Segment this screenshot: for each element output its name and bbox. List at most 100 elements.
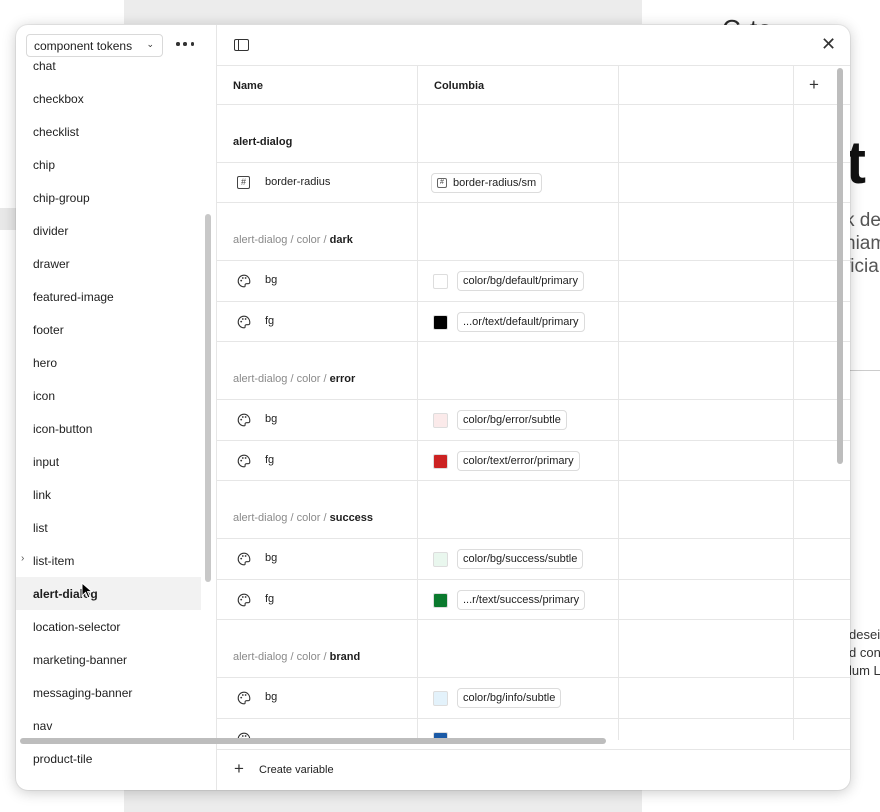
plus-icon[interactable]: + [234, 759, 244, 779]
sidebar-group-label: featured-image [33, 289, 114, 304]
sidebar-group-item[interactable]: chip-group [16, 181, 201, 214]
sidebar-scrollbar[interactable] [205, 214, 211, 582]
variable-name[interactable]: bg [265, 413, 277, 425]
sidebar-group-label: list [33, 520, 48, 535]
sidebar-group-label: list-item [33, 553, 75, 568]
variable-name[interactable]: bg [265, 552, 277, 564]
sidebar-group-item[interactable]: footer [16, 313, 201, 346]
alias-value-pill[interactable]: # border-radius/sm [431, 173, 543, 193]
close-icon[interactable]: ✕ [821, 35, 836, 53]
column-divider [793, 65, 794, 105]
variable-name[interactable]: fg [265, 315, 274, 327]
variable-row[interactable]: bg color/bg/info/subtle [217, 677, 850, 718]
sidebar-group-item[interactable]: chat [16, 57, 201, 82]
variable-row[interactable]: fg ...or/text/default/primary [217, 301, 850, 342]
collection-dropdown[interactable]: component tokens ⌄ [26, 34, 163, 57]
background-small-line: desei [849, 627, 880, 642]
sidebar-group-label: messaging-banner [33, 685, 133, 700]
color-swatch[interactable] [433, 315, 448, 330]
sidebar-group-item[interactable]: alert-dialog [16, 577, 201, 610]
alias-value-pill[interactable]: ...or/text/default/primary [457, 312, 585, 332]
add-mode-icon[interactable]: + [809, 75, 819, 95]
group-path: alert-dialog / color / [233, 234, 330, 246]
horizontal-scrollbar[interactable] [20, 738, 606, 744]
variable-row[interactable]: # border-radius # border-radius/sm [217, 162, 850, 203]
sidebar-group-item[interactable]: input [16, 445, 201, 478]
vertical-scrollbar[interactable] [837, 68, 843, 464]
column-header-name[interactable]: Name [233, 66, 263, 106]
alias-value-pill[interactable]: ...r/text/success/primary [457, 590, 586, 610]
color-swatch[interactable] [433, 454, 448, 469]
sidebar-group-item[interactable]: icon-button [16, 412, 201, 445]
variable-row[interactable] [217, 718, 850, 740]
chevron-right-icon[interactable]: › [21, 553, 24, 564]
sidebar-group-item[interactable]: marketing-banner [16, 643, 201, 676]
group-header-row: alert-dialog / color / dark [217, 203, 850, 260]
sidebar-group-label: nav [33, 718, 53, 733]
variable-name[interactable]: border-radius [265, 176, 330, 188]
sidebar-group-item[interactable]: hero [16, 346, 201, 379]
variable-row[interactable]: fg color/text/error/primary [217, 440, 850, 481]
sidebar-group-item[interactable]: list [16, 511, 201, 544]
alias-value-pill[interactable]: color/bg/info/subtle [457, 688, 562, 708]
background-block [124, 790, 642, 812]
sidebar-group-item[interactable]: › list-item [16, 544, 201, 577]
group-name: alert-dialog [233, 136, 293, 148]
color-swatch[interactable] [433, 413, 448, 428]
variable-name[interactable]: bg [265, 274, 277, 286]
column-divider [618, 65, 619, 105]
sidebar-group-item[interactable]: icon [16, 379, 201, 412]
sidebar-group-label: input [33, 454, 60, 469]
variables-panel: component tokens ⌄ chat checkbox checklist… [16, 25, 850, 790]
create-variable-button[interactable]: Create variable [259, 764, 334, 776]
variable-name[interactable]: bg [265, 691, 277, 703]
sidebar-group-item[interactable]: checkbox [16, 82, 201, 115]
color-swatch[interactable] [433, 691, 448, 706]
color-swatch[interactable] [433, 552, 448, 567]
sidebar-group-label: icon-button [33, 421, 93, 436]
variable-row[interactable]: fg ...r/text/success/primary [217, 579, 850, 620]
variable-row[interactable]: bg color/bg/success/subtle [217, 538, 850, 579]
alias-value-text: color/bg/success/subtle [463, 553, 578, 565]
sidebar-group-item[interactable]: drawer [16, 247, 201, 280]
sidebar-group-item[interactable]: featured-image [16, 280, 201, 313]
sidebar-group-item[interactable]: messaging-banner [16, 676, 201, 709]
alias-value-text: color/bg/default/primary [463, 275, 578, 287]
group-name: dark [329, 234, 353, 246]
sidebar-group-label: hero [33, 355, 58, 370]
sidebar-group-item[interactable]: location-selector [16, 610, 201, 643]
group-header-row: alert-dialog / color / success [217, 481, 850, 538]
color-variable-icon [237, 593, 251, 607]
alias-value-pill[interactable]: color/bg/success/subtle [457, 549, 584, 569]
sidebar-group-label: chip-group [33, 190, 90, 205]
column-header-mode[interactable]: Columbia [434, 66, 484, 106]
sidebar-group-item[interactable]: link [16, 478, 201, 511]
sidebar-group-item[interactable]: product-tile [16, 742, 201, 775]
variable-name[interactable]: fg [265, 593, 274, 605]
variable-name[interactable]: fg [265, 454, 274, 466]
more-options-icon[interactable] [176, 36, 194, 52]
color-swatch[interactable] [433, 593, 448, 608]
sidebar-group-item[interactable]: divider [16, 214, 201, 247]
sidebar-group-label: chat [33, 58, 56, 73]
number-variable-icon: # [437, 178, 447, 188]
color-variable-icon [237, 413, 251, 427]
variable-row[interactable]: bg color/bg/default/primary [217, 260, 850, 301]
group-name: brand [329, 651, 361, 663]
sidebar-group-item[interactable]: chip [16, 148, 201, 181]
sidebar-group-label: link [33, 487, 52, 502]
color-swatch[interactable] [433, 274, 448, 289]
alias-value-pill[interactable]: color/text/error/primary [457, 451, 580, 471]
alias-value-text: color/text/error/primary [463, 455, 574, 467]
alias-value-pill[interactable]: color/bg/error/subtle [457, 410, 567, 430]
alias-value-pill[interactable]: color/bg/default/primary [457, 271, 584, 291]
variable-row[interactable]: bg color/bg/error/subtle [217, 399, 850, 440]
sidebar-toggle-icon[interactable] [234, 39, 249, 51]
group-title: alert-dialog / color / error [233, 373, 355, 385]
background-desc-line: ficia [845, 256, 879, 277]
background-desc-line: niam [845, 233, 880, 254]
table-header: Name Columbia + [217, 65, 850, 105]
sidebar-group-item[interactable]: checklist [16, 115, 201, 148]
group-path: alert-dialog / color / [233, 651, 330, 663]
color-variable-icon [237, 691, 251, 705]
